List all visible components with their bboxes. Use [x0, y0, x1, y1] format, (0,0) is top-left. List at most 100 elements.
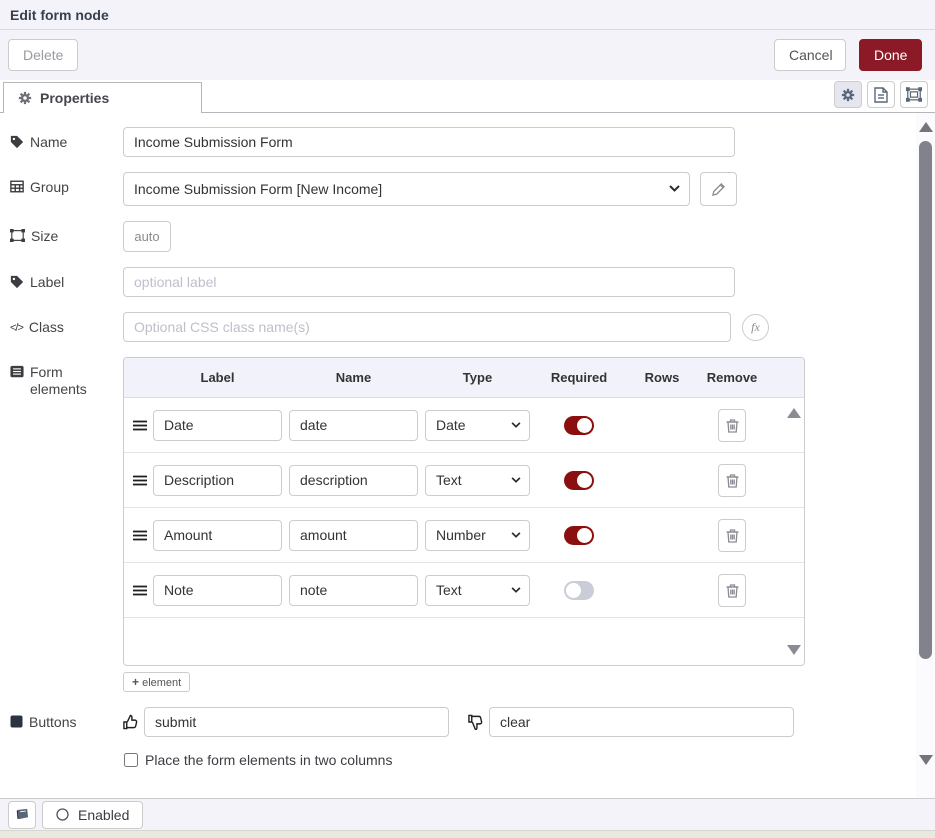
tab-properties[interactable]: Properties: [3, 82, 202, 113]
header-required: Required: [530, 370, 628, 385]
fx-button[interactable]: fx: [742, 314, 769, 341]
panel-scrollbar[interactable]: [916, 113, 935, 798]
drag-handle-icon[interactable]: [133, 420, 153, 431]
plus-icon: +: [132, 675, 139, 689]
table-icon: [10, 180, 24, 193]
name-label: Name: [10, 127, 123, 157]
label-input[interactable]: [123, 267, 735, 297]
workspace-edge: [0, 830, 935, 838]
element-row: Text: [124, 563, 804, 618]
elements-table-header: Label Name Type Required Rows Remove: [124, 358, 804, 398]
trash-icon: [726, 473, 739, 488]
scroll-down-arrow[interactable]: [919, 755, 933, 765]
toggle-knob: [577, 473, 592, 488]
node-help-button[interactable]: [8, 801, 36, 829]
thumbs-up-icon: [123, 707, 138, 737]
element-type-wrap: Number: [425, 520, 530, 551]
header-rows: Rows: [628, 370, 696, 385]
class-input[interactable]: [123, 312, 731, 342]
element-name-input[interactable]: [289, 575, 418, 606]
square-icon: [10, 715, 23, 728]
drag-handle-icon[interactable]: [133, 475, 153, 486]
required-toggle[interactable]: [564, 526, 594, 545]
delete-button[interactable]: Delete: [8, 39, 78, 71]
element-name-input[interactable]: [289, 410, 418, 441]
element-type-select[interactable]: Number: [425, 520, 530, 551]
header-type: Type: [425, 370, 530, 385]
group-select-wrap: Income Submission Form [New Income]: [123, 172, 690, 206]
required-toggle[interactable]: [564, 471, 594, 490]
tag-icon: [10, 275, 24, 289]
element-label-input[interactable]: [153, 410, 282, 441]
element-label-input[interactable]: [153, 465, 282, 496]
group-select[interactable]: Income Submission Form [New Income]: [123, 172, 690, 206]
dialog-title: Edit form node: [10, 7, 109, 23]
appearance-tab-button[interactable]: [900, 81, 928, 108]
trash-icon: [726, 583, 739, 598]
scrollbar-thumb[interactable]: [919, 141, 932, 659]
required-toggle[interactable]: [564, 581, 594, 600]
object-group-icon: [906, 87, 922, 102]
element-type-select[interactable]: Text: [425, 575, 530, 606]
list-alt-icon: [10, 365, 24, 378]
drag-handle-icon[interactable]: [133, 585, 153, 596]
properties-gear-button[interactable]: [834, 81, 862, 108]
header-name: Name: [289, 370, 418, 385]
class-label: </> Class: [10, 312, 123, 342]
element-type-select[interactable]: Date: [425, 410, 530, 441]
dialog-action-bar: Delete Cancel Done: [0, 30, 935, 80]
element-row: Date: [124, 398, 804, 453]
add-element-button[interactable]: + element: [123, 672, 190, 692]
label-label: Label: [10, 267, 123, 297]
pencil-icon: [712, 183, 725, 196]
remove-element-button[interactable]: [718, 464, 746, 497]
enabled-label: Enabled: [78, 807, 129, 823]
enabled-toggle-button[interactable]: Enabled: [42, 801, 143, 829]
remove-element-button[interactable]: [718, 519, 746, 552]
scroll-up-arrow[interactable]: [919, 122, 933, 132]
trash-icon: [726, 418, 739, 433]
two-columns-label: Place the form elements in two columns: [145, 752, 392, 768]
element-name-input[interactable]: [289, 520, 418, 551]
element-label-input[interactable]: [153, 520, 282, 551]
element-type-wrap: Date: [425, 410, 530, 441]
submit-button-input[interactable]: [144, 707, 449, 737]
properties-panel: Name Group Income Submission Form [New I…: [0, 113, 935, 798]
size-row: Size auto: [10, 221, 935, 252]
drag-handle-icon[interactable]: [133, 530, 153, 541]
dialog-title-bar: Edit form node: [0, 0, 935, 30]
element-type-select[interactable]: Text: [425, 465, 530, 496]
scroll-down-arrow[interactable]: [787, 645, 801, 655]
tag-icon: [10, 135, 24, 149]
element-name-input[interactable]: [289, 465, 418, 496]
done-button[interactable]: Done: [859, 39, 922, 71]
size-button[interactable]: auto: [123, 221, 171, 252]
circle-icon: [56, 808, 69, 821]
description-tab-button[interactable]: [867, 81, 895, 108]
trash-icon: [726, 528, 739, 543]
element-label-input[interactable]: [153, 575, 282, 606]
edit-group-button[interactable]: [700, 172, 737, 206]
two-columns-checkbox[interactable]: [124, 753, 138, 767]
name-input[interactable]: [123, 127, 735, 157]
fx-icon: fx: [751, 320, 760, 335]
tab-properties-label: Properties: [40, 90, 109, 106]
remove-element-button[interactable]: [718, 574, 746, 607]
header-remove: Remove: [696, 370, 768, 385]
scroll-up-arrow[interactable]: [787, 408, 801, 418]
remove-element-button[interactable]: [718, 409, 746, 442]
form-elements-label: Form elements: [10, 357, 123, 692]
form-elements-row: Form elements Label Name Type Required R…: [10, 357, 935, 692]
required-toggle[interactable]: [564, 416, 594, 435]
form-elements-table: Label Name Type Required Rows Remove Dat…: [123, 357, 805, 666]
book-icon: [15, 808, 30, 821]
table-scrollbar[interactable]: [787, 404, 801, 659]
cancel-button[interactable]: Cancel: [774, 39, 846, 71]
clear-button-input[interactable]: [489, 707, 794, 737]
elements-table-body: Date Text: [124, 398, 804, 665]
buttons-label: Buttons: [10, 707, 123, 737]
label-row: Label: [10, 267, 935, 297]
edit-form-node-dialog: Edit form node Delete Cancel Done Proper…: [0, 0, 935, 838]
toggle-knob: [566, 583, 581, 598]
thumbs-down-icon: [468, 707, 483, 737]
